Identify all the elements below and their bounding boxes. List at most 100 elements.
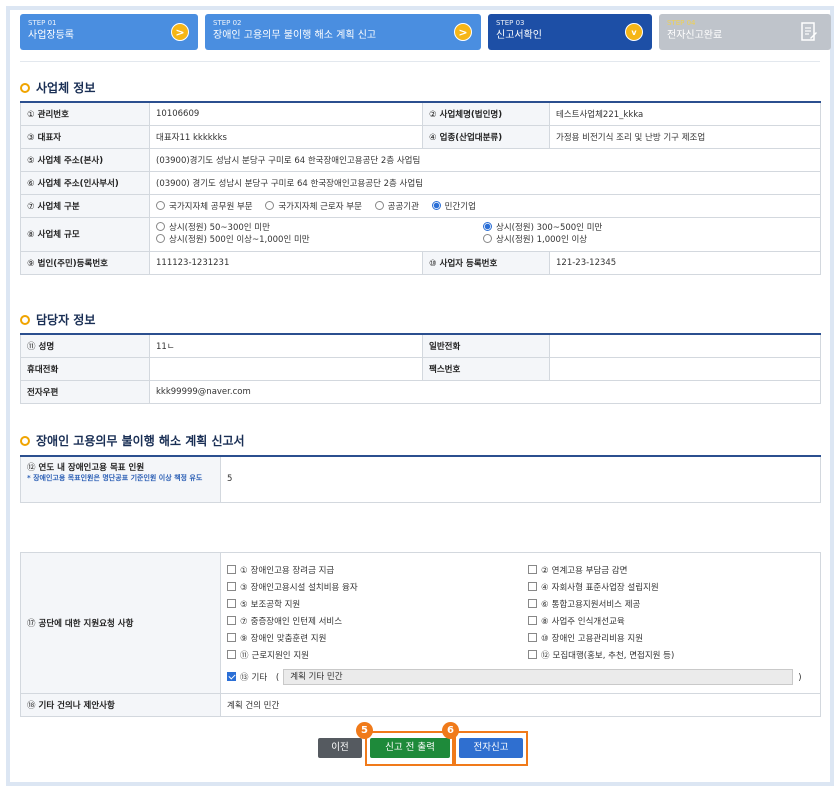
support-checkbox[interactable]: ② 연계고용 부담금 감면 [528,564,627,577]
address-main-value: (03900)경기도 성남시 분당구 구미로 64 한국장애인고용공단 2층 사… [149,147,821,172]
table-row: ⑫ 연도 내 장애인고용 목표 인원 * 장애인고용 목표인원은 명단공표 기준인… [20,455,821,503]
radio-selected-icon [483,221,492,231]
contact-name-value: 11ㄴ [149,333,423,358]
step-2[interactable]: STEP 02 장애인 고용의무 불이행 해소 계획 신고 > [205,14,481,50]
address-hr-value: (03900) 경기도 성남시 분당구 구미로 64 한국장애인고용공단 2층 … [149,170,821,195]
checkbox-checked-icon [227,671,236,681]
table-row: 전자우편 kkk99999@naver.com [20,379,821,404]
radio-icon [156,200,165,210]
radio-option[interactable]: 국가지자체 근로자 부문 [265,200,362,212]
row-label: 전자우편 [20,379,150,404]
table-row: ③ 대표자 대표자11 kkkkkks ④ 업종(산업대분류) 가정용 비전기식 조… [20,124,821,149]
checkbox-icon [528,598,537,608]
table-row: ⑨ 법인(주민)등록번호 111123-1231231 ⑩ 사업자 등록번호 121… [20,250,821,275]
support-checkbox[interactable]: ⑤ 보조공학 지원 [227,598,300,611]
support-checkbox[interactable]: ④ 자회사형 표준사업장 설립지원 [528,581,659,594]
step-1[interactable]: STEP 01 사업장등록 > [20,14,198,50]
checkbox-icon [528,581,537,591]
support-checkbox[interactable]: ⑪ 근로지원인 지원 [227,649,309,662]
contact-info-table: ⑪ 성명 11ㄴ 일반전화 휴대전화 팩스번호 전자우편 kkk99999@nav… [20,333,821,404]
support-checkbox[interactable]: ⑩ 장애인 고용관리비용 지원 [528,632,643,645]
company-info-table: ① 관리번호 10106609 ② 사업체명(법인명) 테스트사업체221_kkka… [20,101,821,275]
radio-option-selected[interactable]: 민간기업 [431,200,476,212]
radio-icon [483,233,492,243]
table-row: ⑤ 사업체 주소(본사) (03900)경기도 성남시 분당구 구미로 64 한국… [20,147,821,172]
table-row: ⑱ 기타 건의나 제안사항 계획 건의 민간 [20,693,821,717]
document-icon [801,22,817,41]
table-row: ⑪ 성명 11ㄴ 일반전화 [20,333,821,358]
checkbox-icon [227,649,236,659]
row-label: ⑫ 연도 내 장애인고용 목표 인원 * 장애인고용 목표인원은 명단공표 기준인… [20,455,221,503]
table-row: ① 관리번호 10106609 ② 사업체명(법인명) 테스트사업체221_kkka [20,101,821,126]
other-value: 계획 건의 민간 [220,693,821,717]
biz-reg-value: 121-23-12345 [549,250,821,275]
support-checkbox-etc[interactable]: ⑬ 기타 (계획 기타 민간) [227,669,802,687]
step-3[interactable]: STEP 03 신고서확인 v [488,14,652,50]
section-title-company: 사업체 정보 [20,80,95,96]
prev-button[interactable]: 이전 [318,738,362,758]
row-label: ⑨ 법인(주민)등록번호 [20,250,150,275]
phone-value [549,333,821,358]
company-name-value: 테스트사업체221_kkka [549,101,821,126]
step-badge: 6 [442,722,459,739]
highlight-outline [454,731,528,766]
checkbox-icon [227,581,236,591]
radio-option[interactable]: 공공기관 [374,200,419,212]
row-label: 휴대전화 [20,356,150,381]
row-label: ⑥ 사업체 주소(인사부서) [20,170,150,195]
radio-option-selected[interactable]: 상시(정원) 300~500인 미만 [483,221,602,234]
radio-option[interactable]: 상시(정원) 1,000인 이상 [483,233,602,246]
radio-icon [265,200,275,210]
support-checkbox[interactable]: ⑦ 중증장애인 인턴제 서비스 [227,615,342,628]
ceo-value: 대표자11 kkkkkks [149,124,423,149]
chevron-down-icon: v [625,23,643,41]
support-checkbox[interactable]: ⑨ 장애인 맞춤훈련 지원 [227,632,326,645]
row-label: 일반전화 [422,333,550,358]
checkbox-icon [528,632,537,642]
support-checkbox[interactable]: ⑫ 모집대행(홍보, 추천, 면접지원 등) [528,649,674,662]
step-number: STEP 02 [213,19,242,27]
company-type-options: 국가지자체 공무원 부문 국가지자체 근로자 부문 공공기관 민간기업 [149,193,821,218]
plan-support-table: ⑰ 공단에 대한 지원요청 사항 ① 장애인고용 장려금 지급 ② 연계고용 부담금 … [20,552,821,717]
mobile-value [149,356,423,381]
table-row: ⑧ 사업체 규모 상시(정원) 50~300인 미만 상시(정원) 500인 이상… [20,216,821,252]
row-label: ⑪ 성명 [20,333,150,358]
circle-bullet-icon [20,315,30,325]
table-row: ⑦ 사업체 구분 국가지자체 공무원 부문 국가지자체 근로자 부문 공공기관 민… [20,193,821,218]
radio-selected-icon [431,200,441,210]
row-label: 팩스번호 [422,356,550,381]
support-checkbox[interactable]: ⑧ 사업주 인식개선교육 [528,615,625,628]
target-value: 5 [220,455,821,503]
step-progress: STEP 01 사업장등록 > STEP 02 장애인 고용의무 불이행 해소 … [14,14,831,50]
checkbox-icon [227,598,236,608]
divider [20,61,820,62]
etc-input[interactable]: 계획 기타 민간 [283,669,794,685]
radio-icon [374,200,384,210]
row-label: ⑰ 공단에 대한 지원요청 사항 [20,552,221,694]
step-4[interactable]: STEP 04 전자신고완료 [659,14,831,50]
row-label: ④ 업종(산업대분류) [422,124,550,149]
section-title-plan: 장애인 고용의무 불이행 해소 계획 신고서 [20,433,245,449]
chevron-right-icon: > [454,23,472,41]
checkbox-icon [528,564,537,574]
row-label: ② 사업체명(법인명) [422,101,550,126]
plan-target-table: ⑫ 연도 내 장애인고용 목표 인원 * 장애인고용 목표인원은 명단공표 기준인… [20,455,821,503]
support-checkbox[interactable]: ① 장애인고용 장려금 지급 [227,564,334,577]
checkbox-icon [528,615,537,625]
highlight-outline [365,731,454,766]
mgmt-no-value: 10106609 [149,101,423,126]
support-checkbox[interactable]: ⑥ 통합고용지원서비스 제공 [528,598,640,611]
step-title: 장애인 고용의무 불이행 해소 계획 신고 [213,30,377,41]
table-row: 휴대전화 팩스번호 [20,356,821,381]
radio-option[interactable]: 상시(정원) 50~300인 미만 [156,221,310,234]
checkbox-icon [227,632,236,642]
industry-value: 가정용 비전기식 조리 및 난방 기구 제조업 [549,124,821,149]
row-label: ③ 대표자 [20,124,150,149]
support-checkbox[interactable]: ③ 장애인고용시설 설치비용 융자 [227,581,358,594]
radio-option[interactable]: 국가지자체 공무원 부문 [156,200,253,212]
table-row: ⑰ 공단에 대한 지원요청 사항 ① 장애인고용 장려금 지급 ② 연계고용 부담금 … [20,552,821,694]
radio-option[interactable]: 상시(정원) 500인 이상~1,000인 미만 [156,233,310,246]
corp-reg-value: 111123-1231231 [149,250,423,275]
company-scale-options: 상시(정원) 50~300인 미만 상시(정원) 500인 이상~1,000인 … [149,216,821,252]
checkbox-icon [528,649,537,659]
